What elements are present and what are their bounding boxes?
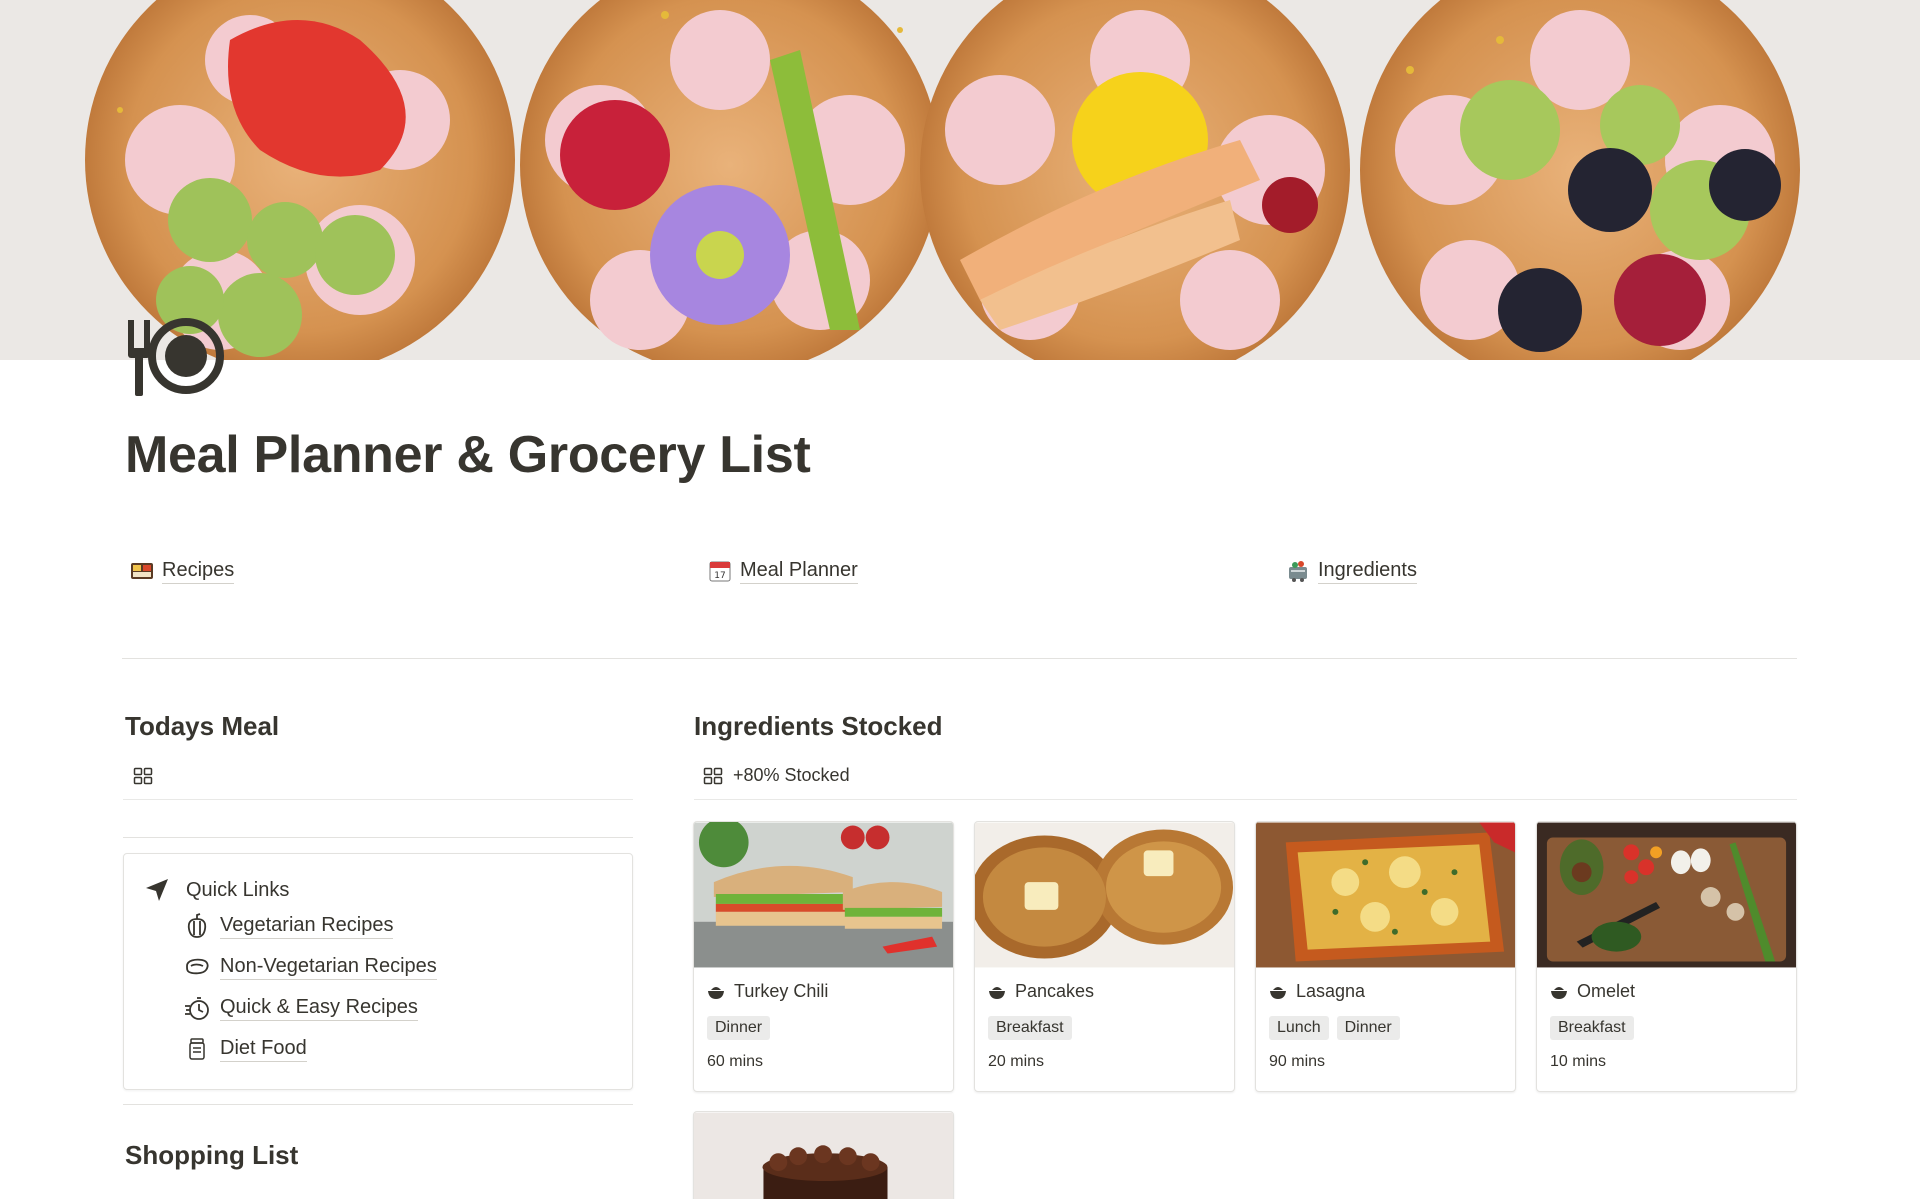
- bowl-icon: [1269, 984, 1287, 1000]
- bowl-icon: [1550, 984, 1568, 1000]
- pancakes-photo: [975, 822, 1234, 968]
- cook-time: 60 mins: [707, 1053, 764, 1070]
- recipe-title: Turkey Chili: [707, 981, 828, 1002]
- link-meal-planner[interactable]: 17 Meal Planner: [708, 558, 858, 584]
- quick-link-non-vegetarian[interactable]: Non-Vegetarian Recipes: [184, 953, 437, 980]
- recipe-title: Pancakes: [988, 981, 1094, 1002]
- navigation-arrow-icon: [144, 877, 170, 903]
- view-divider: [694, 799, 1797, 800]
- todays-meal-heading: Todays Meal: [125, 711, 280, 741]
- cook-time: 90 mins: [1269, 1053, 1326, 1070]
- view-divider: [123, 799, 633, 800]
- vegetables-photo: [1537, 822, 1796, 968]
- recipe-card[interactable]: Omelet Breakfast 10 mins: [1536, 821, 1797, 1092]
- meal-tag: Breakfast: [988, 1016, 1072, 1040]
- sandwich-photo: [694, 822, 953, 968]
- quick-links-title: Quick Links: [186, 878, 290, 901]
- bell-pepper-icon: [184, 912, 210, 939]
- meal-tag: Dinner: [707, 1016, 771, 1040]
- section-divider: [122, 658, 1797, 659]
- meal-tags: Breakfast: [1550, 1016, 1634, 1040]
- link-label: Recipes: [162, 558, 235, 584]
- todays-meal-empty-line: [123, 837, 633, 838]
- link-label: Ingredients: [1318, 558, 1417, 584]
- ingredients-stocked-heading: Ingredients Stocked: [694, 711, 943, 741]
- recipe-card[interactable]: Lasagna Lunch Dinner 90 mins: [1255, 821, 1516, 1092]
- todays-meal-view-tab[interactable]: [133, 766, 153, 786]
- fast-timer-icon: [184, 995, 210, 1021]
- lasagna-photo: [1256, 822, 1515, 968]
- svg-text:17: 17: [714, 571, 725, 581]
- meal-tag: Lunch: [1269, 1016, 1329, 1040]
- quick-link-label: Quick & Easy Recipes: [220, 994, 418, 1021]
- bento-box-icon: [130, 559, 154, 583]
- quick-link-quick-easy[interactable]: Quick & Easy Recipes: [184, 994, 418, 1021]
- jar-icon: [184, 1036, 210, 1062]
- fork-plate-icon: [124, 316, 230, 396]
- shopping-list-heading: Shopping List: [125, 1140, 299, 1170]
- quick-link-label: Diet Food: [220, 1035, 307, 1062]
- view-tab-stocked[interactable]: +80% Stocked: [703, 765, 850, 786]
- meal-tag: Breakfast: [1550, 1016, 1634, 1040]
- chocolate-cake-photo: [694, 1112, 953, 1199]
- quick-link-label: Non-Vegetarian Recipes: [220, 953, 437, 980]
- view-tab-label: +80% Stocked: [733, 765, 850, 785]
- meal-tag: Dinner: [1336, 1016, 1400, 1040]
- calendar-icon: 17: [708, 559, 732, 583]
- bowl-icon: [707, 984, 725, 1000]
- recipe-card[interactable]: [693, 1111, 954, 1199]
- bowl-icon: [988, 984, 1006, 1000]
- link-recipes[interactable]: Recipes: [130, 558, 235, 584]
- cook-time: 10 mins: [1550, 1053, 1607, 1070]
- quick-link-label: Vegetarian Recipes: [220, 912, 394, 939]
- gallery-view-icon: [703, 766, 723, 786]
- recipe-card[interactable]: Pancakes Breakfast 20 mins: [974, 821, 1235, 1092]
- quick-links-divider: [123, 1104, 633, 1105]
- cook-time: 20 mins: [988, 1053, 1045, 1070]
- meal-tags: Lunch Dinner: [1269, 1016, 1400, 1040]
- grocery-cart-icon: [1286, 559, 1310, 583]
- link-label: Meal Planner: [740, 558, 858, 584]
- gallery-view-icon: [133, 766, 153, 786]
- meal-tags: Breakfast: [988, 1016, 1072, 1040]
- quick-links-callout: Quick Links Vegetarian Recipes Non-Veget…: [123, 853, 633, 1090]
- recipe-title: Omelet: [1550, 981, 1635, 1002]
- quick-link-vegetarian[interactable]: Vegetarian Recipes: [184, 912, 394, 939]
- page-title: Meal Planner & Grocery List: [125, 426, 811, 484]
- link-ingredients[interactable]: Ingredients: [1286, 558, 1417, 584]
- meal-tags: Dinner: [707, 1016, 771, 1040]
- cover-image: [0, 0, 1920, 360]
- quick-link-diet-food[interactable]: Diet Food: [184, 1035, 307, 1062]
- recipe-card[interactable]: Turkey Chili Dinner 60 mins: [693, 821, 954, 1092]
- steak-icon: [184, 954, 210, 980]
- recipe-title: Lasagna: [1269, 981, 1365, 1002]
- quick-links-header: Quick Links: [144, 877, 289, 903]
